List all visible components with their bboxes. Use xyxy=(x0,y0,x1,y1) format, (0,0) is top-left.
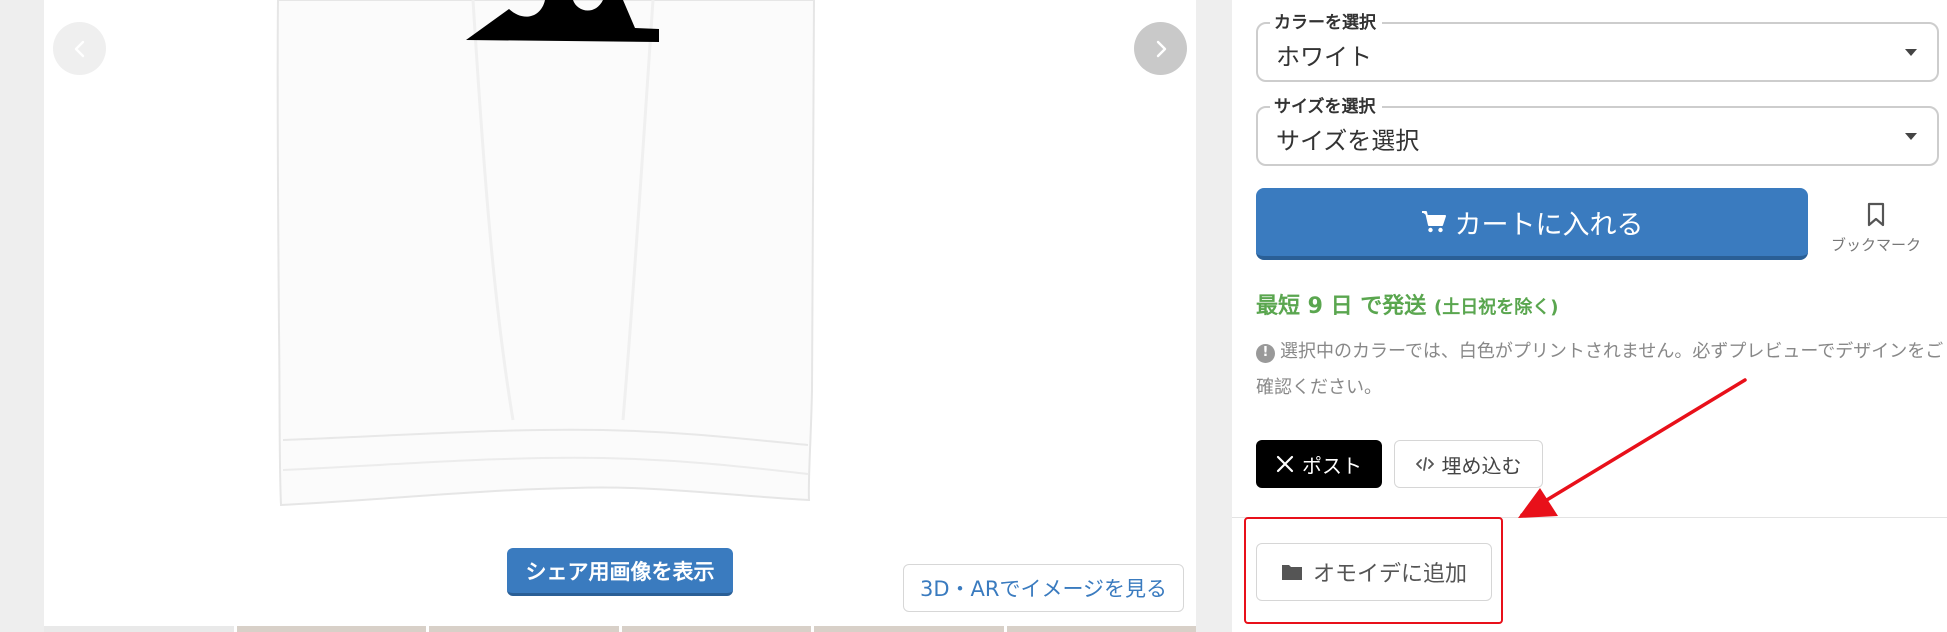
show-share-image-button[interactable]: シェア用画像を表示 xyxy=(507,548,733,596)
size-select-value: サイズを選択 xyxy=(1276,127,1420,155)
shipping-note: (土日祝を除く) xyxy=(1433,297,1559,318)
thumbnail[interactable] xyxy=(814,626,1004,632)
cart-icon xyxy=(1421,211,1446,233)
caret-down-icon xyxy=(1905,133,1917,140)
color-select-value: ホワイト xyxy=(1276,43,1372,71)
bookmark-icon xyxy=(1867,202,1885,227)
add-to-cart-label: カートに入れる xyxy=(1454,209,1644,241)
thumbnail[interactable] xyxy=(1006,626,1196,632)
post-label: ポスト xyxy=(1302,453,1362,478)
thumbnail[interactable] xyxy=(44,626,234,632)
previous-image-button[interactable] xyxy=(53,22,106,75)
shipping-estimate: 最短 9 日 で発送 (土日祝を除く) xyxy=(1256,288,1558,320)
purchase-panel: カラーを選択 ホワイト サイズを選択 サイズを選択 カートに入れる ブックマーク… xyxy=(1232,0,1947,632)
size-select[interactable]: サイズを選択 サイズを選択 xyxy=(1256,96,1939,166)
add-to-cart-button[interactable]: カートに入れる xyxy=(1256,188,1808,260)
color-select[interactable]: カラーを選択 ホワイト xyxy=(1256,12,1939,82)
caret-down-icon xyxy=(1905,49,1917,56)
thumbnail-strip xyxy=(44,626,1196,632)
code-icon xyxy=(1415,457,1434,471)
chevron-right-icon xyxy=(1156,40,1166,57)
color-select-label: カラーを選択 xyxy=(1270,12,1382,34)
product-image-gallery: シェア用画像を表示 3D・ARでイメージを見る xyxy=(44,0,1196,632)
thumbnail[interactable] xyxy=(236,626,426,632)
bookmark-label: ブックマーク xyxy=(1830,236,1921,254)
exclamation-icon: ! xyxy=(1256,343,1275,363)
tshirt-image xyxy=(276,0,816,507)
view-3d-ar-button[interactable]: 3D・ARでイメージを見る xyxy=(903,564,1184,612)
shipping-text: 最短 9 日 で発送 xyxy=(1256,294,1427,319)
bookmark-button[interactable]: ブックマーク xyxy=(1820,202,1932,254)
x-post-button[interactable]: ポスト xyxy=(1256,440,1382,488)
thumbnail[interactable] xyxy=(429,626,619,632)
add-to-omoide-button[interactable]: オモイデに追加 xyxy=(1256,543,1492,601)
annotation-arrow xyxy=(1518,378,1747,518)
thumbnail[interactable] xyxy=(621,626,811,632)
add-to-omoide-label: オモイデに追加 xyxy=(1312,562,1467,587)
next-image-button[interactable] xyxy=(1134,22,1187,75)
x-logo-icon xyxy=(1276,455,1294,473)
folder-icon xyxy=(1281,565,1302,580)
chevron-left-icon xyxy=(74,40,84,57)
size-select-label: サイズを選択 xyxy=(1270,96,1382,118)
